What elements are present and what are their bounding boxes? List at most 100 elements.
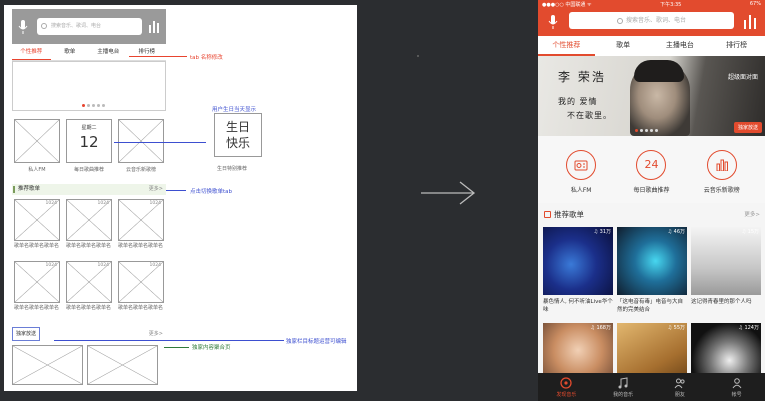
nav-label: 朋友 <box>674 392 685 398</box>
play-count: ♫ 168万 <box>590 325 611 331</box>
playlist-name: 暴色情人, 何不听油Live华个味 <box>543 299 613 313</box>
tab-recommend[interactable]: 个性推荐 <box>12 44 51 60</box>
image-placeholder: 1024 <box>66 261 112 303</box>
image-placeholder: 1024 <box>66 199 112 241</box>
bottom-nav: 发现音乐 我的音乐 朋友 帐号 <box>538 373 765 401</box>
image-placeholder: 1024 <box>118 199 164 241</box>
time-text: 下午3:35 <box>660 2 682 8</box>
tab-playlist[interactable]: 歌单 <box>595 36 652 56</box>
nav-label: 帐号 <box>731 392 742 398</box>
section-header-playlist: 推荐歌单 更多> <box>538 207 765 223</box>
nav-discover[interactable]: 发现音乐 <box>538 373 595 401</box>
search-input[interactable]: 搜索音乐、歌词、电台 <box>569 12 734 29</box>
music-note-icon <box>618 377 628 389</box>
search-icon <box>41 23 47 29</box>
tab-radio[interactable]: 主播电台 <box>652 36 709 56</box>
mic-icon[interactable] <box>547 14 559 30</box>
music-disc-icon <box>560 377 573 389</box>
playlist-item[interactable]: 1024 歌单名歌单名歌单名 <box>66 261 112 323</box>
more-link[interactable]: 更多> <box>149 330 163 337</box>
annotation-birthday: 用户生日当天显示 <box>212 107 257 113</box>
annotation-line <box>164 347 189 348</box>
section-title[interactable]: 独家放送 <box>12 327 41 341</box>
search-input[interactable]: 搜索音乐、歌词、电台 <box>37 18 142 35</box>
search-icon <box>616 17 623 24</box>
banner-badge[interactable]: 独家放送 <box>733 122 762 133</box>
birthday-label: 生日特别推荐 <box>217 166 248 172</box>
carrier-text: ●●●○○ 中国联通 ᯤ <box>542 2 592 8</box>
annotation-line <box>54 340 284 341</box>
section-title: 推荐歌单 <box>554 210 584 219</box>
birthday-line2: 快乐 <box>225 136 250 150</box>
feature-fm[interactable]: 私人FM <box>14 119 60 173</box>
annotation-line <box>114 142 206 143</box>
play-count: 1024 <box>97 263 109 268</box>
wireframe-header: 搜索音乐、歌词、电台 <box>12 9 166 44</box>
arrow-right-icon <box>421 181 476 205</box>
playlist-cover: ♫ 31万 <box>543 227 613 295</box>
banner[interactable]: 李 荣浩 我的 爱情 不在歌里。 超级面对面 独家放送 <box>538 56 765 136</box>
playlist-item[interactable]: 1024 歌单名歌单名歌单名 <box>118 261 164 323</box>
playlist-item[interactable]: 1024 歌单名歌单名歌单名 <box>118 199 164 261</box>
tab-ranking[interactable]: 排行榜 <box>128 44 167 60</box>
playlist-item[interactable]: 1024 歌单名歌单名歌单名 <box>66 199 112 261</box>
banner-placeholder[interactable] <box>12 61 166 111</box>
day-number: 12 <box>79 133 99 151</box>
wireframe-sheet: 搜索音乐、歌词、电台 个性推荐 歌单 主播电台 排行榜 私人FM 星期二 12 每日… <box>4 5 357 391</box>
playlist-cover: ♫ 46万 <box>617 227 687 295</box>
playlist-name: 歌单名歌单名歌单名 <box>66 243 112 249</box>
user-icon <box>732 378 742 389</box>
banner-tag: 超级面对面 <box>727 74 758 81</box>
tab-ranking[interactable]: 排行榜 <box>708 36 765 56</box>
play-count: ♫ 15万 <box>741 229 759 235</box>
nav-friends[interactable]: 朋友 <box>652 373 709 401</box>
image-placeholder[interactable] <box>87 345 158 385</box>
search-placeholder: 搜索音乐、歌词、电台 <box>51 23 102 29</box>
weekday-text: 星期二 <box>81 125 97 131</box>
image-placeholder: 1024 <box>118 261 164 303</box>
play-count: 1024 <box>149 263 161 268</box>
mic-icon[interactable] <box>18 19 28 35</box>
playlist-item[interactable]: 1024 歌单名歌单名歌单名 <box>14 199 60 261</box>
tab-recommend[interactable]: 个性推荐 <box>538 36 595 56</box>
status-bar: ●●●○○ 中国联通 ᯤ 下午3:35 67% <box>538 0 765 9</box>
nav-my-music[interactable]: 我的音乐 <box>595 373 652 401</box>
playlist-name: 歌单名歌单名歌单名 <box>118 305 164 311</box>
feature-label: 每日歌曲推荐 <box>633 187 670 194</box>
feature-label: 云音乐新歌榜 <box>703 187 740 194</box>
playlist-item[interactable]: ♫ 15万 这记得青春里的那个人吗 <box>691 227 761 323</box>
playlist-item[interactable]: ♫ 31万暴色情人, 何不听油Live华个味 <box>543 227 613 323</box>
feature-label: 云音乐新歌榜 <box>125 167 156 173</box>
annotation-page: 独家内容聚合页 <box>192 345 231 351</box>
more-link[interactable]: 更多> <box>149 184 163 195</box>
play-count: 1024 <box>149 201 161 206</box>
tab-playlist[interactable]: 歌单 <box>51 44 90 60</box>
annotation-tab-switch: 点击切换歌单tab <box>190 189 233 195</box>
playlist-item[interactable]: ♫ 46万「这电音有毒」电音与大自然的完美结合 <box>617 227 687 323</box>
feature-new-songs[interactable]: 云音乐新歌榜 <box>692 150 752 203</box>
image-placeholder[interactable] <box>12 345 83 385</box>
more-link[interactable]: 更多> <box>744 207 760 223</box>
feature-label: 私人FM <box>570 187 592 194</box>
birthday-line1: 生日 <box>225 120 250 134</box>
playlist-name: 「这电音有毒」电音与大自然的完美结合 <box>617 299 684 313</box>
image-placeholder <box>14 119 60 163</box>
equalizer-icon[interactable] <box>743 13 757 29</box>
feature-new-songs[interactable]: 云音乐新歌榜 <box>118 119 164 173</box>
play-count: ♫ 55万 <box>667 325 685 331</box>
playlist-grid: 1024 歌单名歌单名歌单名 1024 歌单名歌单名歌单名 1024 歌单名歌单名歌单… <box>12 195 166 323</box>
annotation-tab: tab 名称修改 <box>190 55 223 61</box>
feature-fm[interactable]: 私人FM <box>551 150 611 203</box>
nav-account[interactable]: 帐号 <box>708 373 765 401</box>
banner-dots <box>82 104 105 107</box>
banner-line2: 不在歌里。 <box>567 111 612 120</box>
feature-daily[interactable]: 星期二 12 每日歌曲推荐 <box>66 119 112 173</box>
app-header: ●●●○○ 中国联通 ᯤ 下午3:35 67% 搜索音乐、歌词、电台 个性推荐 歌单… <box>538 0 765 57</box>
playlist-item[interactable]: 1024 歌单名歌单名歌单名 <box>14 261 60 323</box>
feature-daily[interactable]: 24 每日歌曲推荐 <box>621 150 681 203</box>
equalizer-icon[interactable] <box>148 19 160 33</box>
tab-radio[interactable]: 主播电台 <box>89 44 128 60</box>
artist-photo-hair <box>634 60 684 82</box>
nav-label: 发现音乐 <box>556 392 577 398</box>
playlist-cover: ♫ 15万 <box>691 227 761 295</box>
